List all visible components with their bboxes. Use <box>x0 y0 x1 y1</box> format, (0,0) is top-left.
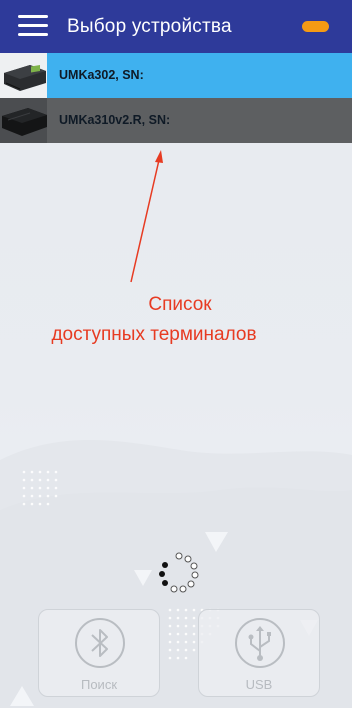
annotation-text: Список доступных терминалов <box>0 290 352 350</box>
bluetooth-icon <box>75 618 125 668</box>
loading-spinner-icon <box>159 552 199 593</box>
device-name: UMKa302, SN: <box>59 68 144 82</box>
device-row-umka302[interactable]: UMKa302, SN: <box>0 53 352 98</box>
annotation-line-1: Список <box>148 294 212 315</box>
tracker-device-icon <box>0 98 47 143</box>
app-bar: Выбор устройства <box>0 0 352 53</box>
tracker-device-icon <box>0 53 47 98</box>
search-button[interactable]: Поиск <box>38 609 160 697</box>
device-row-umka310[interactable]: UMKa310v2.R, SN: <box>0 98 352 143</box>
usb-button-label: USB <box>245 677 273 692</box>
annotation-line-2: доступных терминалов <box>51 324 257 345</box>
page-title: Выбор устройства <box>67 16 232 37</box>
usb-icon <box>235 618 285 668</box>
search-button-label: Поиск <box>80 677 118 692</box>
usb-button[interactable]: USB <box>198 609 320 697</box>
device-name: UMKa310v2.R, SN: <box>59 113 171 127</box>
hamburger-menu-icon[interactable] <box>18 15 48 37</box>
device-list: UMKa302, SN: UMKa310v2.R, SN: <box>0 53 352 143</box>
status-indicator <box>302 21 329 32</box>
